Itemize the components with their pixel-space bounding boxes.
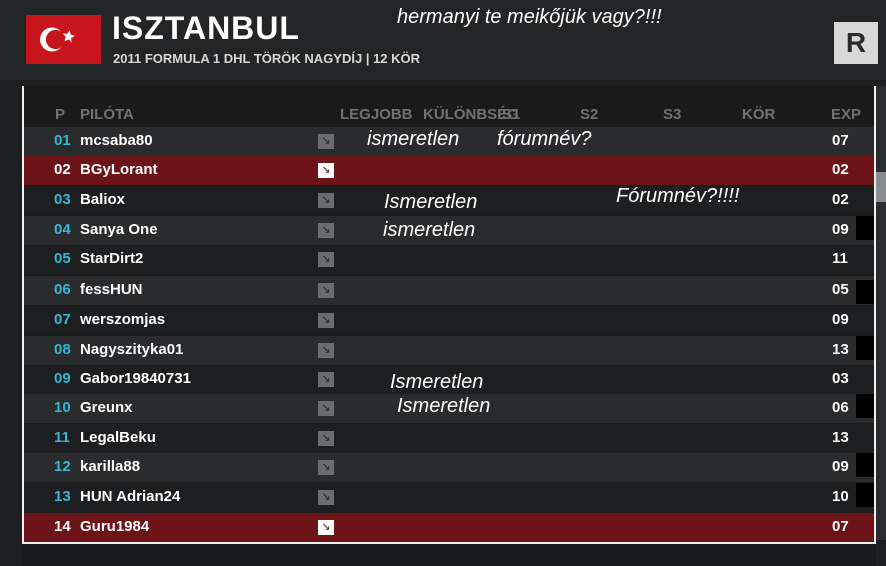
- table-row[interactable]: 12 karilla88 ↘ 09: [24, 453, 874, 482]
- row-pilot-name: mcsaba80: [80, 132, 153, 149]
- overlay-comment: ismeretlen: [367, 128, 460, 150]
- row-position: 13: [54, 488, 71, 505]
- row-position: 14: [54, 518, 71, 535]
- edge-marker: [856, 216, 874, 240]
- scrollbar-thumb[interactable]: [876, 172, 886, 202]
- overlay-comment-header: hermanyi te meikőjük vagy?!!!: [397, 6, 662, 28]
- table-row[interactable]: 05 StarDirt2 ↘ 11: [24, 245, 874, 274]
- row-position: 10: [54, 399, 71, 416]
- col-header-pilot: PILÓTA: [80, 106, 134, 123]
- row-position: 05: [54, 250, 71, 267]
- row-pilot-name: Gabor19840731: [80, 370, 191, 387]
- row-position: 08: [54, 341, 71, 358]
- row-position: 02: [54, 161, 71, 178]
- row-position: 06: [54, 281, 71, 298]
- row-exp: 13: [832, 341, 849, 358]
- overlay-comment: fórumnév?: [497, 128, 592, 150]
- row-pilot-name: werszomjas: [80, 311, 166, 328]
- arrow-icon[interactable]: ↘: [318, 163, 334, 178]
- row-position: 12: [54, 458, 71, 475]
- row-pilot-name: LegalBeku: [80, 429, 156, 446]
- row-exp: 07: [832, 132, 849, 149]
- row-exp: 06: [832, 399, 849, 416]
- row-exp: 11: [832, 250, 848, 267]
- row-exp: 07: [832, 518, 849, 535]
- row-pilot-name: Guru1984: [80, 518, 150, 535]
- arrow-icon[interactable]: ↘: [318, 283, 334, 298]
- row-exp: 13: [832, 429, 849, 446]
- row-position: 01: [54, 132, 71, 149]
- edge-marker: [856, 483, 874, 507]
- row-exp: 09: [832, 221, 849, 238]
- edge-marker: [856, 336, 874, 360]
- row-pilot-name: BGyLorant: [80, 161, 158, 178]
- table-row[interactable]: 08 Nagyszityka01 ↘ 13: [24, 336, 874, 365]
- table-row[interactable]: 06 fessHUN ↘ 05: [24, 276, 874, 305]
- row-position: 09: [54, 370, 71, 387]
- row-exp: 02: [832, 161, 849, 178]
- row-pilot-name: Greunx: [80, 399, 133, 416]
- row-pilot-name: Sanya One: [80, 221, 158, 238]
- row-position: 07: [54, 311, 71, 328]
- row-exp: 05: [832, 281, 849, 298]
- col-header-s1: S1: [502, 106, 521, 123]
- arrow-icon[interactable]: ↘: [318, 252, 334, 267]
- col-header-p: P: [55, 106, 66, 123]
- arrow-icon[interactable]: ↘: [318, 520, 334, 535]
- table-row[interactable]: 13 HUN Adrian24 ↘ 10: [24, 483, 874, 512]
- arrow-icon[interactable]: ↘: [318, 431, 334, 446]
- row-pilot-name: Nagyszityka01: [80, 341, 184, 358]
- overlay-comment: Ismeretlen: [384, 191, 478, 213]
- row-position: 04: [54, 221, 71, 238]
- table-row[interactable]: 14 Guru1984 ↘ 07: [24, 513, 874, 542]
- edge-marker: [856, 280, 874, 304]
- overlay-comment: ismeretlen: [383, 219, 476, 241]
- overlay-comment: Ismeretlen: [390, 371, 484, 393]
- race-subtitle: 2011 FORMULA 1 DHL TÖRÖK NAGYDÍJ | 12 KÖ…: [113, 51, 421, 66]
- r-button[interactable]: R: [834, 22, 878, 64]
- col-header-best: LEGJOBB: [340, 106, 413, 123]
- row-pilot-name: StarDirt2: [80, 250, 144, 267]
- turkey-flag-icon: [26, 15, 101, 64]
- row-position: 03: [54, 191, 71, 208]
- arrow-icon[interactable]: ↘: [318, 460, 334, 475]
- col-header-s3: S3: [663, 106, 682, 123]
- scrollbar-track[interactable]: [876, 86, 886, 540]
- col-header-exp: EXP: [831, 106, 862, 123]
- row-position: 11: [54, 429, 70, 446]
- overlay-comment: Fórumnév?!!!!: [616, 185, 740, 207]
- arrow-icon[interactable]: ↘: [318, 490, 334, 505]
- arrow-icon[interactable]: ↘: [318, 313, 334, 328]
- row-pilot-name: karilla88: [80, 458, 141, 475]
- track-title: ISZTANBUL: [112, 10, 300, 46]
- row-pilot-name: Baliox: [80, 191, 126, 208]
- arrow-icon[interactable]: ↘: [318, 223, 334, 238]
- row-exp: 03: [832, 370, 849, 387]
- row-exp: 09: [832, 458, 849, 475]
- arrow-icon[interactable]: ↘: [318, 401, 334, 416]
- table-row[interactable]: 07 werszomjas ↘ 09: [24, 306, 874, 335]
- row-pilot-name: fessHUN: [80, 281, 143, 298]
- arrow-icon[interactable]: ↘: [318, 343, 334, 358]
- row-pilot-name: HUN Adrian24: [80, 488, 181, 505]
- col-header-lap: KÖR: [742, 106, 776, 123]
- overlay-comment: Ismeretlen: [397, 395, 491, 417]
- arrow-icon[interactable]: ↘: [318, 134, 334, 149]
- table-row[interactable]: 02 BGyLorant ↘ 02: [24, 156, 874, 185]
- bottom-strip: [22, 544, 876, 566]
- table-row[interactable]: 11 LegalBeku ↘ 13: [24, 424, 874, 453]
- edge-marker: [856, 394, 874, 418]
- col-header-s2: S2: [580, 106, 599, 123]
- arrow-icon[interactable]: ↘: [318, 193, 334, 208]
- row-exp: 02: [832, 191, 849, 208]
- row-exp: 09: [832, 311, 849, 328]
- row-exp: 10: [832, 488, 849, 505]
- edge-marker: [856, 453, 874, 477]
- arrow-icon[interactable]: ↘: [318, 372, 334, 387]
